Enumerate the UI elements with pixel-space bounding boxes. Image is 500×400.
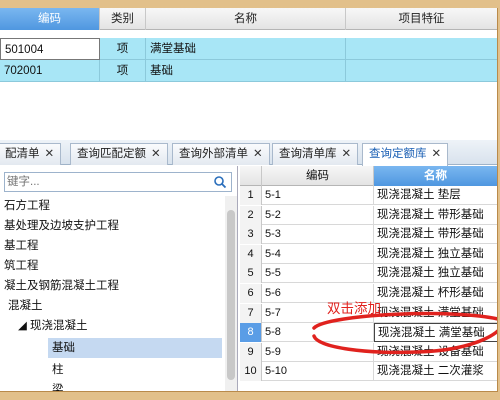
row-name[interactable]: 现浇混凝土 带形基础 xyxy=(374,225,497,244)
row-code[interactable]: 5-5 xyxy=(262,264,374,284)
row-name[interactable]: 现浇混凝土 带形基础 xyxy=(374,206,497,225)
category-tree-panel: 石方工程 基处理及边坡支护工程 基工程 筑工程 凝土及钢筋混凝土工程 混凝土 ◢… xyxy=(0,166,238,391)
app-window: 编码 类别 名称 项目特征 501004 项 满堂基础 702001 项 基础 … xyxy=(0,8,498,392)
annotation-text: 双击添加 xyxy=(327,301,381,316)
row-code[interactable]: 5-4 xyxy=(262,244,374,264)
quota-table-header: 编码 名称 xyxy=(240,166,497,186)
tree-node[interactable]: 混凝土 xyxy=(8,296,43,316)
query-tab-bar: 配清单 ✕ 查询匹配定额 ✕ 查询外部清单 ✕ 查询清单库 ✕ 查询定额库 ✕ xyxy=(0,140,497,166)
tab-label: 配清单 xyxy=(5,148,40,160)
tree-node[interactable]: 基处理及边坡支护工程 xyxy=(4,216,119,236)
row-name[interactable]: 现浇混凝土 二次灌浆 xyxy=(374,362,497,381)
row-name[interactable]: 现浇混凝土 独立基础 xyxy=(374,245,497,264)
header-name[interactable]: 名称 xyxy=(146,8,346,30)
row-number[interactable]: 5 xyxy=(240,264,262,284)
close-icon[interactable]: ✕ xyxy=(253,148,263,160)
quota-table: 编码 名称 1 5-1 现浇混凝土 垫层 2 5-2 现浇混凝土 带形基础 3 5-3 现浇混凝… xyxy=(240,166,497,391)
tab-bill-library[interactable]: 查询清单库 ✕ xyxy=(272,143,359,165)
table-row[interactable]: 5 5-5 现浇混凝土 独立基础 xyxy=(240,264,497,284)
row-name[interactable]: 现浇混凝土 独立基础 xyxy=(374,264,497,283)
tree-node[interactable]: 柱 xyxy=(52,360,64,380)
row-code[interactable]: 5-1 xyxy=(262,186,374,205)
table-row[interactable]: 4 5-4 现浇混凝土 独立基础 xyxy=(240,244,497,264)
header-feature[interactable]: 项目特征 xyxy=(346,8,497,30)
table-row[interactable]: 3 5-3 现浇混凝土 带形基础 xyxy=(240,225,497,245)
tree-node[interactable]: 梁 xyxy=(52,380,64,391)
row-number[interactable]: 8 xyxy=(240,323,262,343)
tree-node-cast-in-place[interactable]: ◢ 现浇混凝土 xyxy=(18,316,88,336)
row-number[interactable]: 7 xyxy=(240,303,262,323)
row-number[interactable]: 3 xyxy=(240,225,262,245)
row-feature xyxy=(346,38,497,60)
row-category: 项 xyxy=(100,60,146,82)
tree-node-foundation[interactable]: 基础 xyxy=(48,338,222,358)
row-name: 基础 xyxy=(146,60,346,82)
top-bill-table: 编码 类别 名称 项目特征 501004 项 满堂基础 702001 项 基础 xyxy=(0,8,497,108)
close-icon[interactable]: ✕ xyxy=(342,148,352,160)
row-code[interactable]: 702001 xyxy=(0,60,100,82)
row-number[interactable]: 2 xyxy=(240,205,262,225)
tab-quota-library[interactable]: 查询定额库 ✕ xyxy=(362,143,449,166)
search-input[interactable] xyxy=(5,173,205,191)
row-code[interactable]: 5-2 xyxy=(262,205,374,225)
tree-node[interactable]: 凝土及钢筋混凝土工程 xyxy=(4,276,119,296)
table-row[interactable]: 702001 项 基础 xyxy=(0,60,497,82)
scrollbar-thumb[interactable] xyxy=(227,210,235,380)
tab-match-quota[interactable]: 查询匹配定额 ✕ xyxy=(70,143,168,165)
row-code[interactable]: 5-10 xyxy=(262,362,374,382)
tab-label: 查询匹配定额 xyxy=(77,148,146,160)
tree-node[interactable]: 石方工程 xyxy=(4,196,50,216)
table-row[interactable]: 2 5-2 现浇混凝土 带形基础 xyxy=(240,205,497,225)
header-corner xyxy=(240,166,262,186)
header-code[interactable]: 编码 xyxy=(0,8,100,30)
tab-label: 查询外部清单 xyxy=(179,148,248,160)
row-number[interactable]: 1 xyxy=(240,186,262,205)
row-name[interactable]: 现浇混凝土 杯形基础 xyxy=(374,284,497,303)
header-name[interactable]: 名称 xyxy=(374,166,497,186)
row-number[interactable]: 9 xyxy=(240,342,262,362)
row-name: 满堂基础 xyxy=(146,38,346,60)
window-frame: 编码 类别 名称 项目特征 501004 项 满堂基础 702001 项 基础 … xyxy=(0,0,500,400)
table-row[interactable]: 501004 项 满堂基础 xyxy=(0,38,497,60)
tab-label: 查询定额库 xyxy=(369,148,427,160)
tree-node[interactable]: 筑工程 xyxy=(4,256,39,276)
close-icon[interactable]: ✕ xyxy=(432,148,442,160)
header-code[interactable]: 编码 xyxy=(262,166,374,186)
row-code[interactable]: 501004 xyxy=(0,38,100,60)
close-icon[interactable]: ✕ xyxy=(151,148,161,160)
table-row[interactable]: 1 5-1 现浇混凝土 垫层 xyxy=(240,186,497,205)
row-number[interactable]: 6 xyxy=(240,284,262,303)
row-name[interactable]: 现浇混凝土 垫层 xyxy=(374,186,497,205)
table-row[interactable]: 10 5-10 现浇混凝土 二次灌浆 xyxy=(240,362,497,382)
row-number[interactable]: 10 xyxy=(240,362,262,382)
row-feature xyxy=(346,60,497,82)
tree-node[interactable]: 基工程 xyxy=(4,236,39,256)
search-box xyxy=(4,172,232,192)
close-icon[interactable]: ✕ xyxy=(45,148,55,160)
search-icon[interactable] xyxy=(213,175,227,189)
row-code[interactable]: 5-3 xyxy=(262,225,374,245)
tab-label: 查询清单库 xyxy=(279,148,337,160)
tree-scrollbar[interactable] xyxy=(225,196,237,391)
header-category[interactable]: 类别 xyxy=(100,8,146,30)
tab-match-bill[interactable]: 配清单 ✕ xyxy=(0,143,62,165)
category-tree: 石方工程 基处理及边坡支护工程 基工程 筑工程 凝土及钢筋混凝土工程 混凝土 ◢… xyxy=(0,196,225,391)
top-table-header: 编码 类别 名称 项目特征 xyxy=(0,8,497,30)
tab-external-bill[interactable]: 查询外部清单 ✕ xyxy=(172,143,270,165)
row-category: 项 xyxy=(100,38,146,60)
row-number[interactable]: 4 xyxy=(240,244,262,264)
